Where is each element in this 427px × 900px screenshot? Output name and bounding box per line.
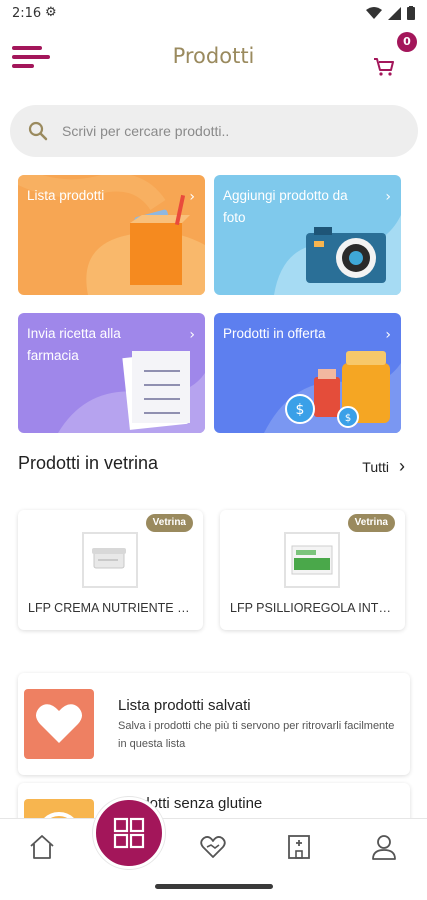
nav-health[interactable]	[199, 833, 229, 863]
home-indicator[interactable]	[155, 884, 273, 889]
tile-label: Invia ricetta alla farmacia	[27, 326, 121, 363]
tile-label: Aggiungi prodotto da foto	[223, 188, 348, 225]
chevron-right-icon: ›	[399, 456, 405, 476]
user-icon	[372, 835, 396, 860]
heart-icon	[36, 704, 82, 743]
vetrina-badge: Vetrina	[145, 514, 193, 532]
tile-prodotti-offerta[interactable]: $ $ Prodotti in offerta ›	[214, 313, 401, 433]
products-fab-button[interactable]	[93, 797, 165, 869]
product-card[interactable]: Vetrina LFP CREMA NUTRIENTE SUPER RICCA	[18, 510, 203, 630]
supplement-box-icon	[291, 545, 333, 575]
chevron-right-icon: ›	[385, 327, 391, 343]
chevron-right-icon: ›	[385, 189, 391, 205]
battery-icon	[407, 6, 415, 20]
search-input[interactable]	[62, 105, 402, 157]
app-header: Prodotti 0	[0, 28, 427, 88]
list-icon-tile	[24, 689, 94, 759]
product-name: LFP PSILLIOREGOLA INTEGRATORE	[230, 601, 405, 615]
chevron-right-icon: ›	[189, 327, 195, 343]
search-icon	[28, 121, 48, 141]
grid-icon	[113, 817, 145, 849]
nav-profile[interactable]	[370, 833, 400, 863]
status-time: 2:16	[12, 6, 42, 21]
status-icons	[366, 6, 415, 20]
wifi-icon	[366, 6, 382, 19]
search-bar[interactable]	[10, 105, 418, 157]
cream-jar-icon	[92, 548, 126, 569]
tile-label: Prodotti in offerta	[223, 326, 326, 341]
list-description: Salva i prodotti che più ti servono per …	[118, 720, 395, 750]
tile-label: Lista prodotti	[27, 188, 105, 203]
tile-invia-ricetta[interactable]: Invia ricetta alla farmacia ›	[18, 313, 205, 433]
list-title: Lista prodotti salvati	[118, 697, 251, 714]
heart-hand-icon	[200, 836, 226, 858]
section-title: Prodotti in vetrina	[18, 453, 159, 473]
cart-icon	[374, 58, 394, 76]
pharmacy-icon	[288, 835, 310, 859]
product-card[interactable]: Vetrina LFP PSILLIOREGOLA INTEGRATORE	[220, 510, 405, 630]
signal-icon	[388, 6, 401, 20]
product-image	[82, 532, 138, 588]
tile-aggiungi-prodotto-foto[interactable]: Aggiungi prodotto da foto ›	[214, 175, 401, 295]
svg-text:$: $	[296, 402, 305, 418]
settings-status-icon: ⚙	[45, 5, 57, 20]
view-all-label: Tutti	[362, 458, 389, 475]
page-title: Prodotti	[172, 44, 255, 68]
nav-home[interactable]	[28, 833, 58, 863]
vetrina-badge: Vetrina	[347, 514, 395, 532]
product-name: LFP CREMA NUTRIENTE SUPER RICCA	[28, 601, 203, 615]
status-bar: 2:16 ⚙	[0, 0, 427, 28]
home-icon	[30, 835, 54, 859]
product-image	[284, 532, 340, 588]
nav-pharmacy[interactable]	[285, 833, 315, 863]
tile-lista-prodotti[interactable]: Lista prodotti ›	[18, 175, 205, 295]
chevron-right-icon: ›	[189, 189, 195, 205]
cart-count-badge: 0	[397, 32, 417, 52]
svg-text:$: $	[345, 413, 351, 424]
saved-list-card[interactable]: Lista prodotti salvati Salva i prodotti …	[18, 673, 410, 775]
view-all-link[interactable]: Tutti ›	[362, 456, 405, 477]
